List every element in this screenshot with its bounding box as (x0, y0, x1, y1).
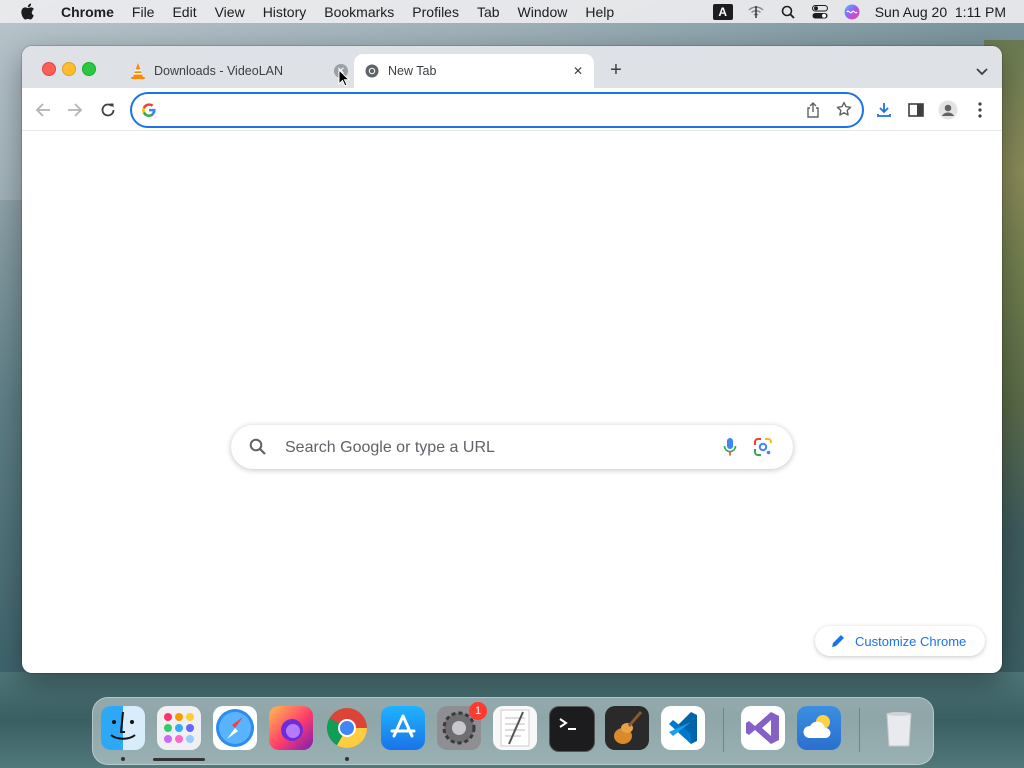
profile-avatar-icon[interactable] (938, 100, 958, 120)
side-panel-icon[interactable] (906, 100, 926, 120)
dock-separator (859, 708, 860, 752)
menu-edit[interactable]: Edit (163, 4, 205, 20)
weather-icon[interactable] (797, 706, 841, 750)
google-lens-icon[interactable] (753, 437, 773, 457)
tab-close-icon[interactable]: ✕ (570, 63, 586, 79)
window-zoom-button[interactable] (82, 62, 96, 76)
tab-search-chevron-icon[interactable] (976, 63, 988, 76)
menu-file[interactable]: File (123, 4, 164, 20)
dock-scroll-indicator (153, 758, 205, 761)
pencil-icon (831, 634, 845, 648)
app-store-icon[interactable] (381, 706, 425, 750)
dock-separator (723, 708, 724, 752)
share-icon[interactable] (806, 102, 822, 118)
window-close-button[interactable] (42, 62, 56, 76)
tab-new-tab[interactable]: New Tab ✕ (354, 54, 594, 88)
siri-icon[interactable] (843, 3, 861, 21)
visual-studio-icon[interactable] (741, 706, 785, 750)
mouse-cursor-icon (338, 68, 351, 87)
ntp-search-input[interactable] (283, 437, 707, 459)
forward-arrow-icon[interactable] (66, 101, 84, 119)
menu-bookmarks[interactable]: Bookmarks (315, 4, 403, 20)
running-indicator (121, 757, 125, 761)
tab-downloads-videolan[interactable]: Downloads - VideoLAN ✕ (120, 54, 356, 88)
tab-title: Downloads - VideoLAN (154, 64, 284, 78)
running-indicator (345, 757, 349, 761)
tab-strip: Downloads - VideoLAN ✕ New Tab ✕ + (22, 46, 1002, 88)
menubar-clock[interactable]: Sun Aug 20 1:11 PM (875, 4, 1006, 20)
menu-help[interactable]: Help (576, 4, 623, 20)
notification-badge: 1 (469, 702, 487, 720)
browser-toolbar (22, 88, 1002, 131)
trash-icon[interactable] (877, 706, 921, 750)
voice-search-mic-icon[interactable] (723, 437, 737, 457)
download-icon[interactable] (874, 100, 894, 120)
vscode-icon[interactable] (661, 706, 705, 750)
ntp-search-box[interactable] (231, 425, 793, 469)
tab-title: New Tab (388, 64, 437, 78)
menu-tab[interactable]: Tab (468, 4, 509, 20)
spotlight-search-icon[interactable] (779, 3, 797, 21)
menu-app-name[interactable]: Chrome (52, 4, 123, 20)
chrome-icon (364, 63, 380, 79)
firefox-icon[interactable] (269, 706, 313, 750)
launchpad-icon[interactable] (157, 706, 201, 750)
google-chrome-icon[interactable] (325, 706, 369, 750)
terminal-icon[interactable] (549, 706, 595, 752)
safari-icon[interactable] (213, 706, 257, 750)
menu-window[interactable]: Window (509, 4, 577, 20)
address-bar[interactable] (130, 92, 864, 128)
chrome-window: Downloads - VideoLAN ✕ New Tab ✕ + Searc… (22, 46, 1002, 673)
bookmark-star-icon[interactable] (836, 101, 854, 119)
vlc-cone-icon (130, 63, 146, 79)
control-center-icon[interactable] (811, 3, 829, 21)
textedit-icon[interactable] (493, 706, 537, 750)
apple-menu-icon[interactable] (18, 3, 36, 21)
new-tab-plus-icon[interactable]: + (608, 60, 624, 80)
window-minimize-button[interactable] (62, 62, 76, 76)
desktop-wallpaper-left (0, 200, 24, 700)
customize-chrome-label: Customize Chrome (855, 633, 967, 649)
reload-icon[interactable] (99, 101, 117, 119)
customize-chrome-button[interactable]: Customize Chrome (815, 626, 985, 656)
kebab-menu-icon[interactable] (970, 100, 990, 120)
wifi-off-icon[interactable] (747, 3, 765, 21)
menu-profiles[interactable]: Profiles (403, 4, 468, 20)
menu-bar: Chrome File Edit View History Bookmarks … (0, 0, 1024, 23)
input-source-indicator[interactable]: A (712, 3, 733, 20)
dock: 1 (92, 697, 934, 765)
menu-history[interactable]: History (254, 4, 316, 20)
menu-view[interactable]: View (206, 4, 254, 20)
garageband-icon[interactable] (605, 706, 649, 750)
back-arrow-icon[interactable] (34, 101, 52, 119)
google-g-icon (142, 103, 156, 117)
address-input[interactable] (164, 100, 788, 120)
search-icon (249, 438, 267, 456)
finder-icon[interactable] (101, 706, 145, 750)
